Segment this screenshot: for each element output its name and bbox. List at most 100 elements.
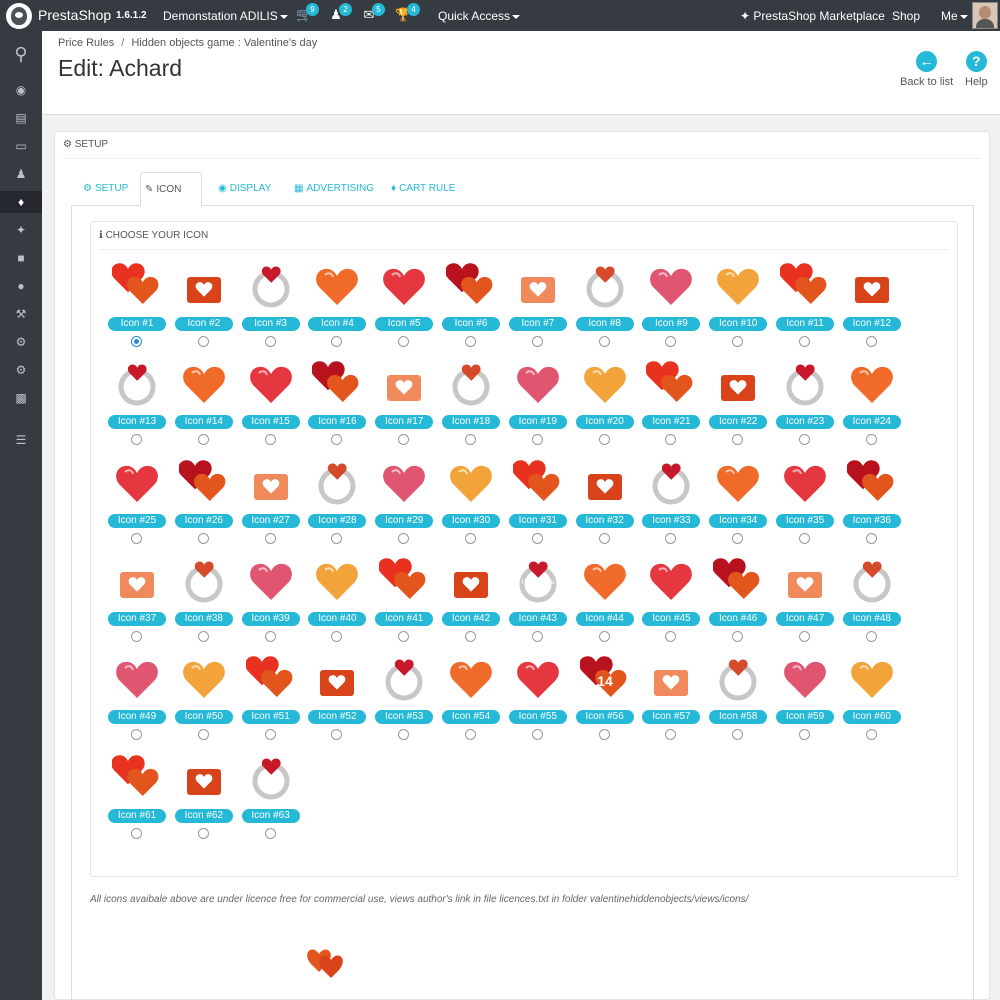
icon-radio[interactable] [531, 532, 543, 544]
icon-radio[interactable] [531, 729, 543, 741]
icon-radio[interactable] [398, 729, 410, 741]
icon-option[interactable]: Icon #15 [240, 359, 302, 449]
icon-radio[interactable] [264, 729, 276, 741]
icon-option[interactable]: Icon #2 [173, 261, 235, 351]
orders-icon[interactable]: ▤ [0, 107, 42, 129]
icon-label[interactable]: Icon #17 [375, 415, 434, 430]
valentine-icon[interactable] [112, 654, 162, 704]
icon-option[interactable]: Icon #1 [106, 261, 168, 351]
icon-radio[interactable] [465, 532, 476, 544]
valentine-icon[interactable] [446, 654, 496, 704]
valentine-icon[interactable] [780, 458, 830, 508]
valentine-icon[interactable] [112, 261, 162, 311]
icon-label[interactable]: Icon #55 [508, 710, 567, 725]
icon-label[interactable]: Icon #8 [575, 317, 634, 331]
icon-option[interactable]: Icon #5 [373, 261, 435, 351]
icon-radio[interactable] [732, 630, 744, 642]
preferences-wrench-icon[interactable]: ⚒ [0, 303, 42, 325]
icon-label[interactable]: Icon #39 [241, 611, 300, 626]
icon-label[interactable]: Icon #28 [308, 513, 367, 528]
icon-option[interactable]: Icon #55 [507, 654, 569, 744]
valentine-icon[interactable] [246, 359, 296, 409]
icon-label[interactable]: Icon #4 [308, 317, 367, 331]
administration-cog-icon[interactable]: ⚙ [0, 359, 42, 381]
icon-option[interactable]: Icon #49 [106, 654, 168, 744]
icon-label[interactable]: Icon #12 [842, 317, 901, 331]
icon-option[interactable]: Icon #21 [640, 359, 702, 449]
valentine-icon[interactable] [580, 261, 630, 311]
icon-radio[interactable] [197, 827, 209, 839]
valentine-icon[interactable] [246, 458, 296, 508]
icon-label[interactable]: Icon #14 [174, 415, 233, 430]
icon-option[interactable]: Icon #52 [306, 654, 368, 744]
icon-radio[interactable] [665, 532, 677, 544]
icon-radio[interactable] [598, 434, 610, 446]
customers-icon[interactable]: ♟ [0, 163, 42, 185]
icon-label[interactable]: Icon #32 [575, 513, 634, 528]
credit-card-icon[interactable]: ▭ [0, 135, 42, 157]
valentine-icon[interactable] [513, 359, 563, 409]
icon-label[interactable]: Icon #31 [508, 513, 567, 528]
icon-radio[interactable] [131, 827, 142, 839]
quick-access-menu[interactable]: Quick Access [438, 9, 521, 23]
valentine-icon[interactable] [713, 458, 763, 508]
icon-radio[interactable] [598, 630, 610, 642]
shipping-truck-icon[interactable]: ■ [0, 247, 42, 269]
icon-label[interactable]: Icon #24 [842, 415, 901, 430]
icon-radio[interactable] [331, 532, 343, 544]
icon-label[interactable]: Icon #48 [842, 611, 901, 626]
icon-radio[interactable] [799, 336, 810, 347]
icon-radio[interactable] [264, 630, 276, 642]
icon-radio[interactable] [398, 336, 410, 347]
icon-option[interactable]: Icon #59 [774, 654, 836, 744]
valentine-icon[interactable] [780, 556, 830, 606]
icon-option[interactable]: Icon #60 [841, 654, 903, 744]
icon-radio[interactable] [799, 434, 810, 446]
icon-radio[interactable] [197, 532, 209, 544]
icon-option[interactable]: Icon #13 [106, 359, 168, 449]
icon-option[interactable]: Icon #9 [640, 261, 702, 351]
valentine-icon[interactable] [179, 753, 229, 803]
icon-radio[interactable] [131, 630, 142, 642]
icon-radio[interactable] [531, 336, 543, 347]
valentine-icon[interactable] [646, 261, 696, 311]
icon-option[interactable]: Icon #24 [841, 359, 903, 449]
icon-option[interactable]: Icon #40 [306, 556, 368, 646]
icon-label[interactable]: Icon #42 [442, 611, 500, 626]
icon-label[interactable]: Icon #62 [174, 808, 233, 823]
icon-radio[interactable] [131, 532, 142, 544]
icon-radio[interactable] [465, 434, 476, 446]
icon-label[interactable]: Icon #15 [241, 415, 300, 430]
icon-radio[interactable] [264, 336, 276, 347]
marketplace-link[interactable]: ✦ PrestaShop Marketplace [740, 9, 885, 23]
icon-option[interactable]: Icon #4 [306, 261, 368, 351]
icon-label[interactable]: Icon #9 [642, 317, 701, 331]
icon-label[interactable]: Icon #1 [108, 317, 166, 331]
icon-label[interactable]: Icon #20 [575, 415, 634, 430]
icon-label[interactable]: Icon #7 [508, 317, 567, 331]
valentine-icon[interactable] [580, 556, 630, 606]
icon-option[interactable]: Icon #28 [306, 458, 368, 548]
icon-radio[interactable] [197, 434, 209, 446]
icon-option[interactable]: Icon #53 [373, 654, 435, 744]
valentine-icon[interactable] [379, 261, 429, 311]
valentine-icon[interactable] [312, 458, 362, 508]
valentine-icon[interactable] [780, 261, 830, 311]
valentine-icon[interactable] [713, 654, 763, 704]
icon-option[interactable]: Icon #7 [507, 261, 569, 351]
valentine-icon[interactable] [179, 556, 229, 606]
icon-label[interactable]: Icon #30 [442, 513, 500, 528]
icon-radio[interactable] [264, 434, 276, 446]
valentine-icon[interactable] [379, 458, 429, 508]
icon-label[interactable]: Icon #10 [709, 317, 768, 331]
valentine-icon[interactable] [379, 359, 429, 409]
valentine-icon[interactable] [713, 261, 763, 311]
tab-display[interactable]: ◉ DISPLAY [214, 172, 275, 206]
valentine-icon[interactable] [112, 556, 162, 606]
icon-label[interactable]: Icon #36 [842, 513, 901, 528]
valentine-icon[interactable] [512, 458, 563, 508]
icon-option[interactable]: Icon #35 [774, 458, 836, 548]
icon-radio[interactable] [531, 630, 543, 642]
icon-label[interactable]: Icon #44 [575, 611, 634, 626]
valentine-icon[interactable] [379, 654, 429, 704]
